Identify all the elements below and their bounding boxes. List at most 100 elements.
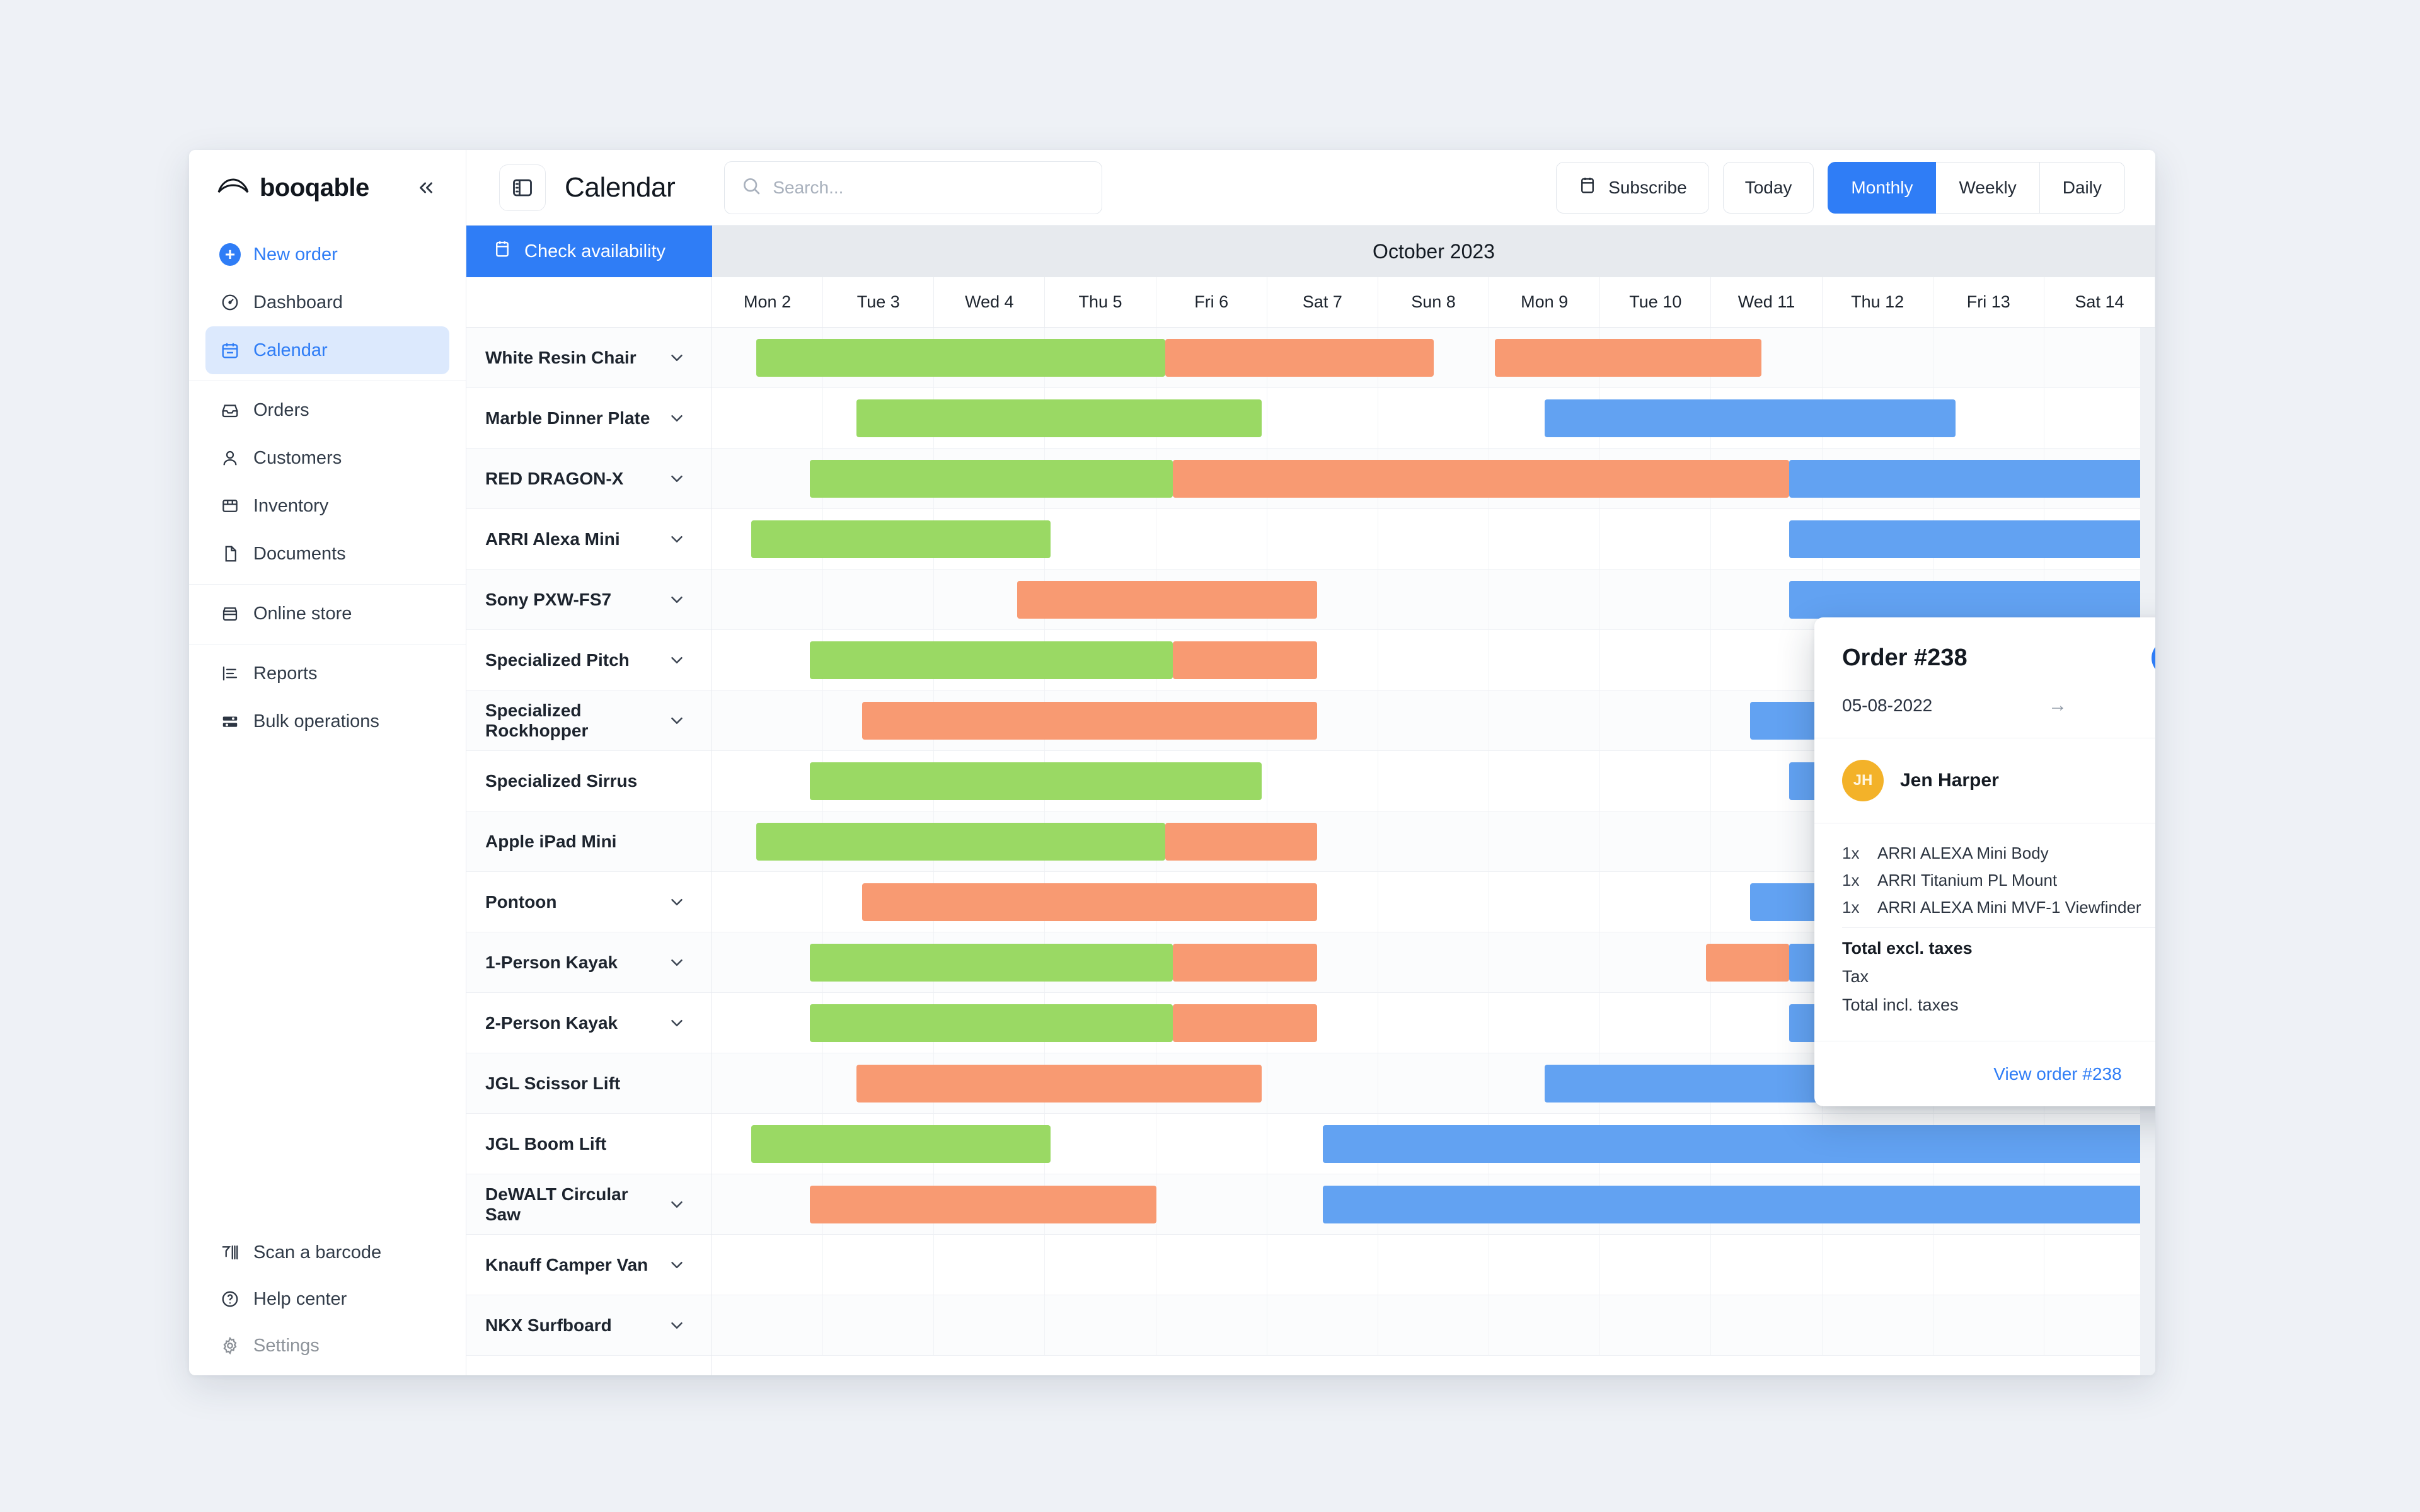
chevron-down-icon[interactable] — [667, 893, 686, 912]
booking-bar-orange[interactable] — [1705, 944, 1789, 982]
brand-row: booqable — [189, 150, 466, 226]
booking-bar-green[interactable] — [756, 339, 1165, 377]
sidebar-item-documents[interactable]: Documents — [205, 530, 449, 578]
chevron-down-icon[interactable] — [667, 1256, 686, 1274]
day-header-cell: Thu 5 — [1045, 277, 1156, 327]
booking-bar-orange[interactable] — [1165, 339, 1434, 377]
sidebar-item-inventory[interactable]: Inventory — [205, 482, 449, 530]
sidebar-item-scan-a-barcode[interactable]: Scan a barcode — [205, 1229, 449, 1276]
product-row-label[interactable]: ARRI Alexa Mini — [466, 509, 712, 570]
product-row-label[interactable]: Specialized Sirrus — [466, 751, 712, 811]
product-row-label[interactable]: Specialized Pitch — [466, 630, 712, 690]
check-availability-button[interactable]: Check availability — [466, 226, 712, 277]
product-row-label[interactable]: DeWALT Circular Saw — [466, 1174, 712, 1235]
sidebar-item-settings[interactable]: Settings — [205, 1322, 449, 1369]
booking-bar-orange[interactable] — [1173, 1004, 1318, 1042]
chevron-down-icon[interactable] — [667, 590, 686, 609]
tab-daily[interactable]: Daily — [2039, 161, 2125, 214]
booking-bar-orange[interactable] — [861, 883, 1318, 921]
chevron-down-icon[interactable] — [667, 953, 686, 972]
product-row-label[interactable]: Sony PXW-FS7 — [466, 570, 712, 630]
booking-bar-orange[interactable] — [856, 1065, 1262, 1102]
view-order-link[interactable]: View order #238 — [1814, 1041, 2155, 1106]
tab-monthly[interactable]: Monthly — [1828, 161, 1937, 214]
sidebar-item-customers[interactable]: Customers — [205, 434, 449, 482]
sidebar-item-calendar[interactable]: Calendar — [205, 326, 449, 374]
booking-bar-orange[interactable] — [1173, 460, 1789, 498]
today-button[interactable]: Today — [1722, 161, 1814, 214]
booking-bar-green[interactable] — [810, 641, 1173, 679]
order-customer[interactable]: JH Jen Harper — [1814, 738, 2155, 823]
calendar-check-icon — [493, 239, 512, 263]
booking-bar-green[interactable] — [810, 762, 1262, 800]
product-row-label[interactable]: 2-Person Kayak — [466, 993, 712, 1053]
product-row-label[interactable]: Marble Dinner Plate — [466, 388, 712, 449]
chevron-down-icon[interactable] — [667, 1014, 686, 1033]
chevron-down-icon[interactable] — [667, 348, 686, 367]
search-input[interactable] — [773, 177, 1086, 198]
booking-bar-blue[interactable] — [1322, 1186, 2155, 1223]
product-row-label[interactable]: Specialized Rockhopper — [466, 690, 712, 751]
product-name: JGL Boom Lift — [485, 1133, 607, 1154]
day-header-cell: Wed 4 — [934, 277, 1046, 327]
subscribe-button[interactable]: Subscribe — [1556, 161, 1709, 214]
product-name: Specialized Rockhopper — [485, 700, 589, 740]
product-row-label[interactable]: JGL Boom Lift — [466, 1114, 712, 1174]
chevron-down-icon[interactable] — [667, 469, 686, 488]
page-title: Calendar — [565, 171, 676, 203]
sidebar-item-new-order[interactable]: + New order — [205, 231, 449, 278]
chevron-down-icon[interactable] — [667, 1195, 686, 1214]
booking-bar-blue[interactable] — [1322, 1125, 2155, 1163]
chevron-down-icon[interactable] — [667, 1316, 686, 1335]
chevron-down-icon[interactable] — [667, 711, 686, 730]
product-row-label[interactable]: NKX Surfboard — [466, 1295, 712, 1356]
product-row-label[interactable]: 1-Person Kayak — [466, 932, 712, 993]
booking-bar-orange[interactable] — [1173, 944, 1318, 982]
booking-bar-orange[interactable] — [1494, 339, 1761, 377]
product-row-label[interactable]: Apple iPad Mini — [466, 811, 712, 872]
booking-bar-orange[interactable] — [1165, 823, 1318, 861]
product-row-label[interactable]: JGL Scissor Lift — [466, 1053, 712, 1114]
sidebar-item-label: Calendar — [253, 340, 328, 360]
booking-bar-blue[interactable] — [1545, 399, 1956, 437]
booking-bar-green[interactable] — [810, 460, 1173, 498]
booking-bar-green[interactable] — [756, 823, 1165, 861]
double-chevron-left-icon[interactable] — [415, 177, 437, 198]
day-cells: Mon 2 Tue 3 Wed 4 Thu 5 Fri 6 Sat 7 Sun 8 Mon 9… — [712, 277, 2155, 327]
booking-bar-green[interactable] — [810, 1004, 1173, 1042]
sidebar-item-help-center[interactable]: Help center — [205, 1276, 449, 1322]
search-box[interactable] — [724, 161, 1103, 214]
calendar-subscribe-icon — [1578, 176, 1597, 199]
sidebar-item-online-store[interactable]: Online store — [205, 590, 449, 638]
booking-bar-green[interactable] — [751, 520, 1051, 558]
booking-bar-orange[interactable] — [810, 1186, 1156, 1223]
booking-bar-orange[interactable] — [861, 702, 1318, 740]
booking-bar-green[interactable] — [810, 944, 1173, 982]
product-row-label[interactable]: RED DRAGON-X — [466, 449, 712, 509]
sidebar-item-reports[interactable]: Reports — [205, 650, 449, 697]
today-label: Today — [1744, 177, 1792, 197]
booking-bar-orange[interactable] — [1017, 581, 1318, 619]
booking-bar-blue[interactable] — [1789, 460, 2155, 498]
sidebar-item-dashboard[interactable]: Dashboard — [205, 278, 449, 326]
booking-bar-orange[interactable] — [1173, 641, 1318, 679]
booking-bar-blue[interactable] — [1789, 581, 2155, 619]
tab-weekly[interactable]: Weekly — [1936, 161, 2040, 214]
product-row-label[interactable]: White Resin Chair — [466, 328, 712, 388]
booking-bar-blue[interactable] — [1789, 520, 2155, 558]
app-window: booqable + New order Dashboard Calendar … — [189, 150, 2155, 1375]
chevron-down-icon[interactable] — [667, 651, 686, 670]
barcode-scanner-icon — [219, 1242, 241, 1263]
chevron-down-icon[interactable] — [667, 409, 686, 428]
product-row-label[interactable]: Knauff Camper Van — [466, 1235, 712, 1295]
bar-chart-icon — [219, 663, 241, 684]
product-row-label[interactable]: Pontoon — [466, 872, 712, 932]
sidebar-item-orders[interactable]: Orders — [205, 386, 449, 434]
sidebar-item-bulk-operations[interactable]: Bulk operations — [205, 697, 449, 745]
booking-bar-green[interactable] — [751, 1125, 1051, 1163]
sidebar-item-label: Dashboard — [253, 292, 343, 312]
gauge-icon — [219, 292, 241, 313]
booking-lane — [712, 449, 2155, 509]
booking-bar-green[interactable] — [856, 399, 1262, 437]
chevron-down-icon[interactable] — [667, 530, 686, 549]
